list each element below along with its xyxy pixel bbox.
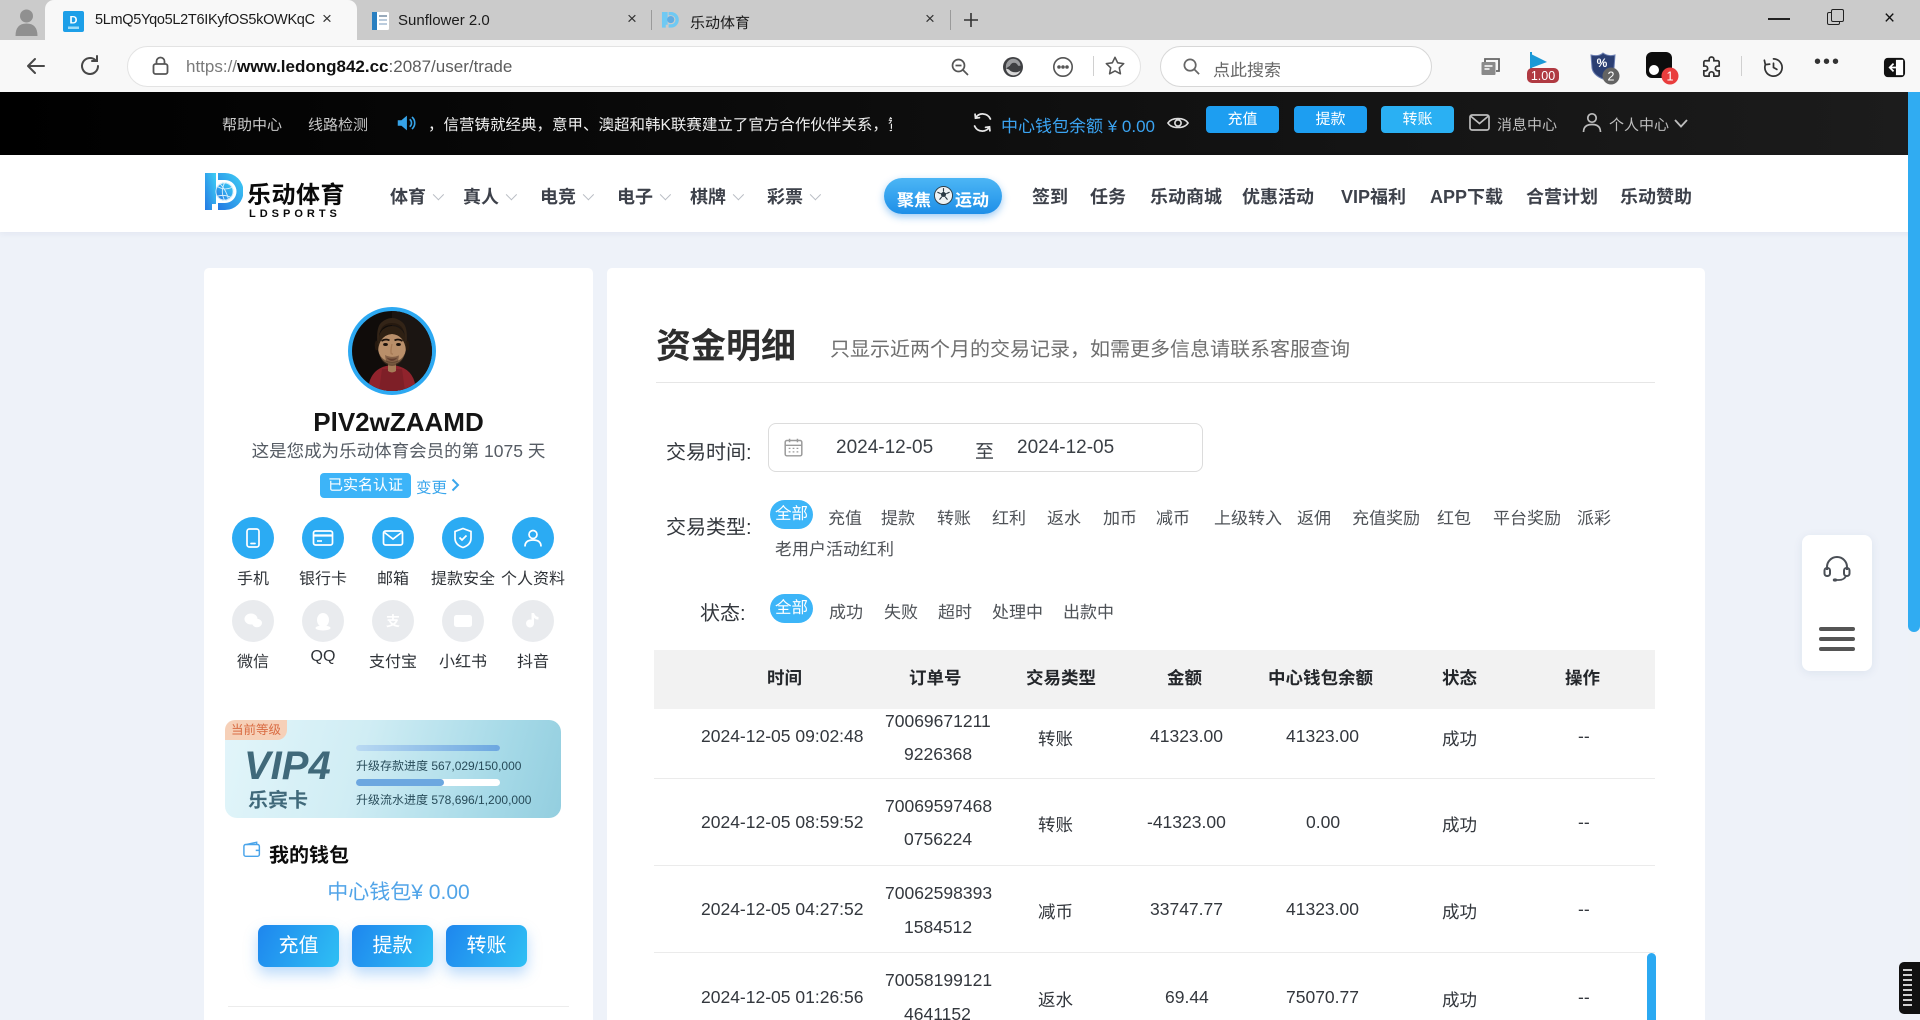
svg-text:1.00: 1.00 <box>1531 69 1555 83</box>
svg-text:2: 2 <box>1608 70 1615 84</box>
svg-text:D: D <box>70 15 78 27</box>
svg-text:1: 1 <box>1667 70 1674 84</box>
svg-text:%: % <box>1597 56 1608 70</box>
svg-text:支: 支 <box>386 611 400 631</box>
